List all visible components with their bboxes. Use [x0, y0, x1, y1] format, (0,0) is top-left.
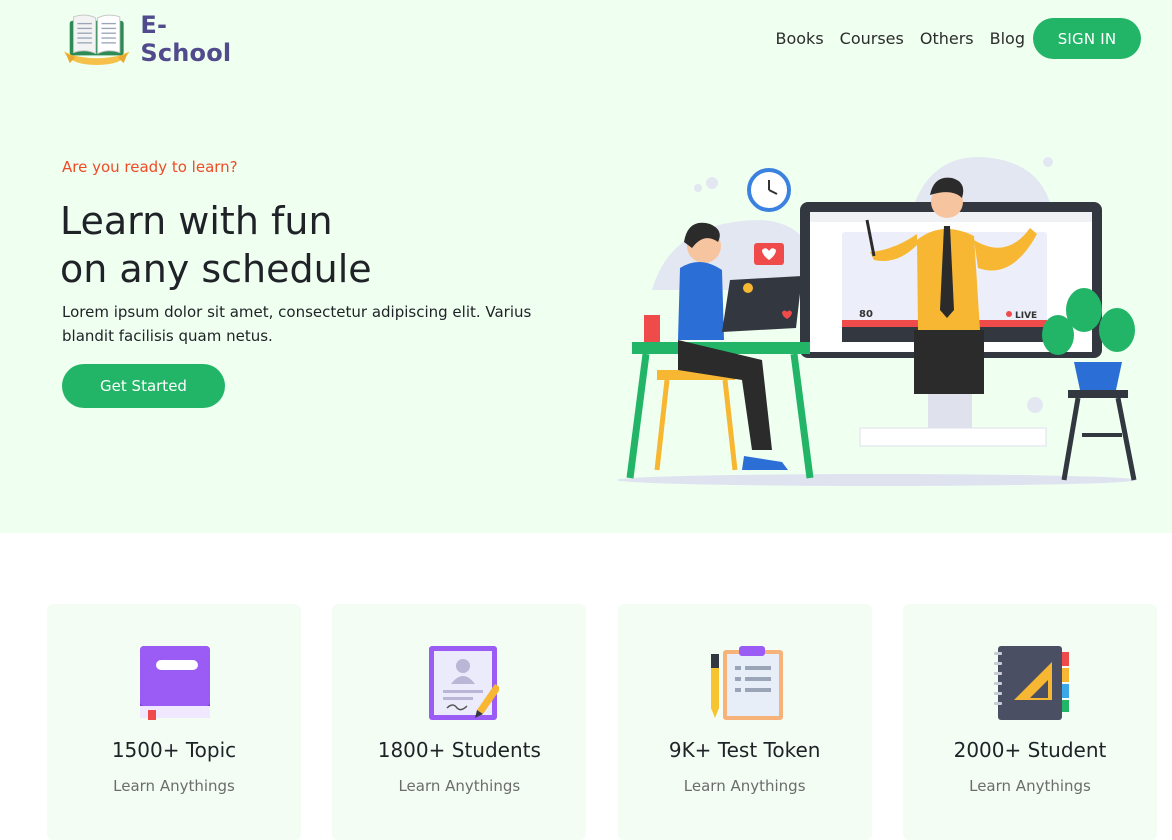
feature-subtitle: Learn Anythings — [683, 777, 806, 795]
feature-subtitle: Learn Anythings — [969, 777, 1091, 795]
book-icon — [140, 646, 210, 720]
open-book-logo-icon — [63, 14, 130, 66]
headline-line-1: Learn with fun — [60, 199, 333, 243]
feature-title: 2000+ Student — [953, 738, 1107, 762]
nav-link-books[interactable]: Books — [776, 29, 824, 48]
main-nav: Books Courses Others Blog SIGN IN — [776, 18, 1141, 59]
clipboard-icon — [710, 646, 783, 720]
hero-eyebrow: Are you ready to learn? — [62, 158, 238, 176]
get-started-button[interactable]: Get Started — [62, 364, 225, 408]
hero-headline: Learn with fun on any schedule — [60, 197, 372, 293]
online-learning-illustration: 80 LIVE — [617, 157, 1137, 486]
live-label: LIVE — [1015, 311, 1037, 321]
brand-name: E- School — [140, 11, 232, 67]
feature-title: 1800+ Students — [377, 738, 541, 762]
feature-title: 1500+ Topic — [111, 738, 237, 762]
feature-subtitle: Learn Anythings — [113, 777, 235, 795]
headline-line-2: on any schedule — [60, 247, 372, 291]
viewer-count: 80 — [859, 309, 873, 320]
feature-subtitle: Learn Anythings — [398, 777, 521, 795]
features-section: 1500+ Topic Learn Anythings 1800+ Studen… — [47, 604, 1157, 840]
certificate-icon — [429, 646, 500, 720]
feature-card-topics: 1500+ Topic Learn Anythings — [47, 604, 301, 840]
nav-link-others[interactable]: Others — [920, 29, 974, 48]
feature-card-student-count: 2000+ Student Learn Anythings — [902, 604, 1157, 840]
feature-card-students: 1800+ Students Learn Anythings — [332, 604, 587, 840]
feature-card-test-tokens: 9K+ Test Token Learn Anythings — [617, 604, 872, 840]
nav-link-courses[interactable]: Courses — [840, 29, 904, 48]
site-logo[interactable]: E- School — [62, 8, 262, 70]
notebook-icon — [993, 646, 1069, 720]
nav-link-blog[interactable]: Blog — [990, 29, 1025, 48]
feature-title: 9K+ Test Token — [668, 738, 821, 762]
hero-section: E- School Books Courses Others Blog SIGN… — [0, 0, 1172, 533]
hero-description: Lorem ipsum dolor sit amet, consectetur … — [62, 303, 532, 345]
sign-in-button[interactable]: SIGN IN — [1033, 18, 1141, 59]
